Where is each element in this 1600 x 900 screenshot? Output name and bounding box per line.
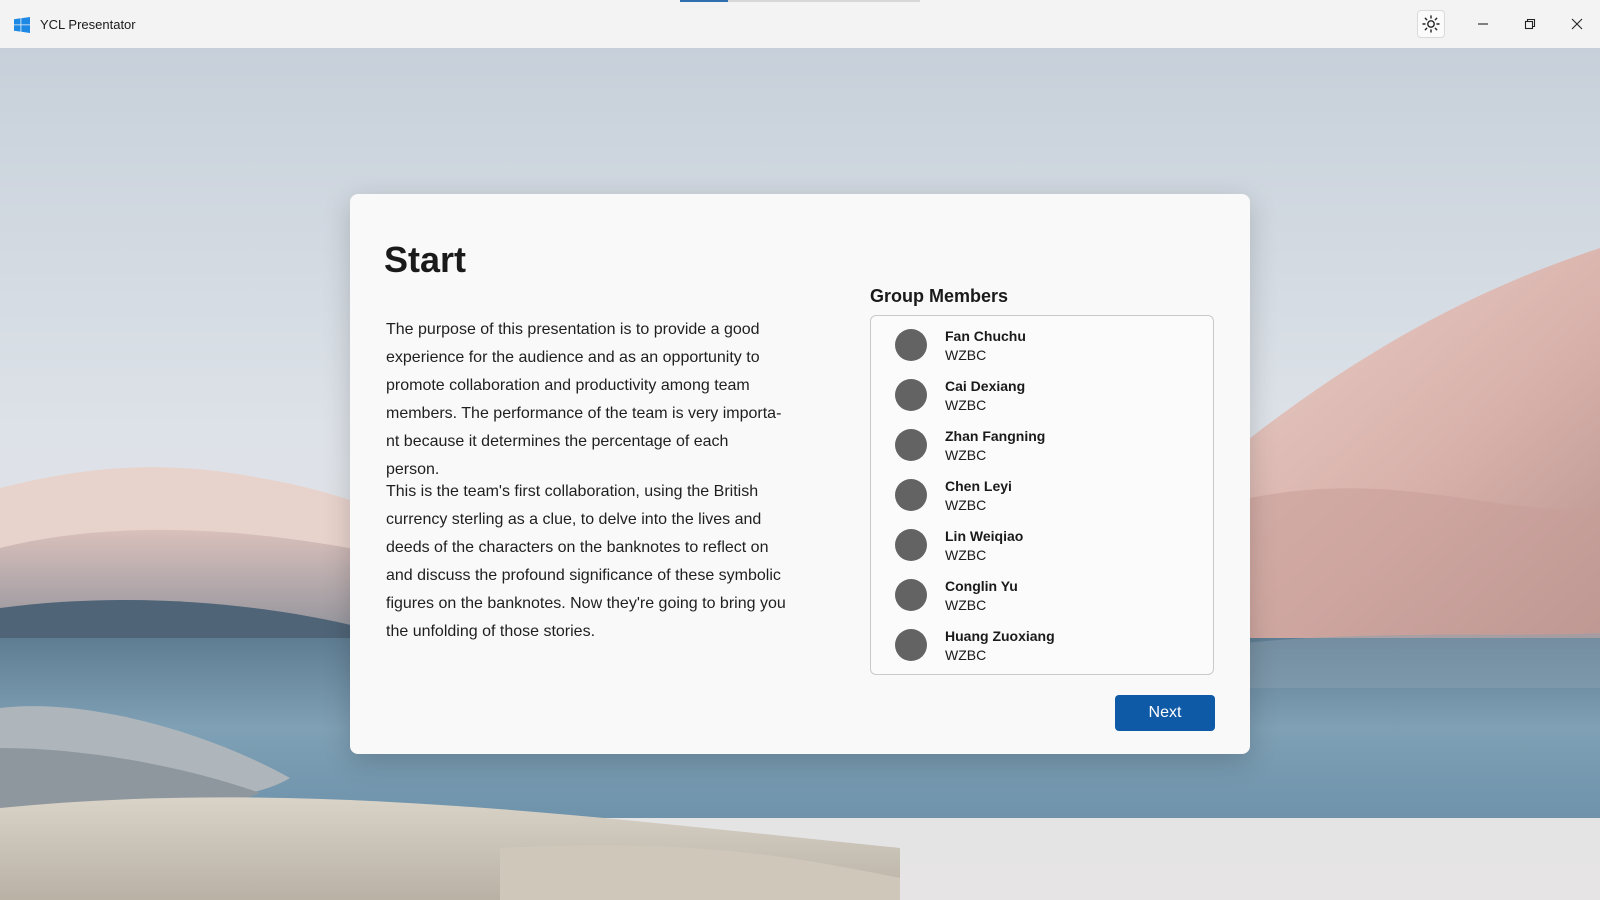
member-name: Cai Dexiang [945, 378, 1026, 394]
group-members-list: Fan Chuchu WZBC Cai Dexiang WZBC Zhan Fa… [870, 315, 1214, 675]
list-item[interactable]: Cai Dexiang WZBC [871, 366, 1213, 416]
app-window: YCL Presentator Start The purpose of thi… [0, 0, 1600, 900]
avatar [895, 579, 927, 611]
member-name: Conglin Yu [945, 578, 1018, 594]
title-bar: YCL Presentator [0, 0, 1600, 48]
member-name: Lin Weiqiao [945, 528, 1024, 544]
avatar [895, 429, 927, 461]
member-name: Chen Leyi [945, 478, 1012, 494]
avatar [895, 629, 927, 661]
close-button[interactable] [1554, 0, 1600, 48]
member-name: Zhan Fangning [945, 428, 1046, 444]
avatar [895, 379, 927, 411]
slide-progress-bar [680, 0, 920, 2]
slide-progress-fill [680, 0, 728, 2]
maximize-button[interactable] [1507, 0, 1553, 48]
list-item[interactable]: Huang Zuoxiang WZBC [871, 616, 1213, 666]
description-paragraph: This is the team's first collaboration, … [386, 483, 786, 640]
member-name: Huang Zuoxiang [945, 628, 1055, 644]
member-org: WZBC [945, 647, 987, 663]
intro-paragraph: The purpose of this presentation is to p… [386, 321, 782, 478]
group-members-title: Group Members [870, 286, 1009, 306]
close-icon [1571, 18, 1583, 30]
list-item[interactable]: Chen Leyi WZBC [871, 466, 1213, 516]
list-item[interactable]: Lin Weiqiao WZBC [871, 516, 1213, 566]
list-item[interactable]: Zhan Fangning WZBC [871, 416, 1213, 466]
next-button[interactable]: Next [1115, 695, 1215, 731]
list-item[interactable]: Fan Chuchu WZBC [871, 316, 1213, 366]
list-item[interactable]: Conglin Yu WZBC [871, 566, 1213, 616]
theme-toggle-button[interactable] [1417, 10, 1445, 38]
minimize-button[interactable] [1460, 0, 1506, 48]
member-org: WZBC [945, 497, 987, 513]
member-org: WZBC [945, 347, 987, 363]
member-org: WZBC [945, 547, 987, 563]
windows-logo-icon [14, 17, 30, 33]
avatar [895, 479, 927, 511]
start-card: Start The purpose of this presentation i… [350, 194, 1250, 754]
avatar [895, 329, 927, 361]
avatar [895, 529, 927, 561]
minimize-icon [1478, 23, 1488, 25]
member-org: WZBC [945, 397, 987, 413]
member-org: WZBC [945, 597, 987, 613]
app-title: YCL Presentator [40, 17, 136, 32]
member-org: WZBC [945, 447, 987, 463]
page-title: Start [384, 239, 467, 280]
member-name: Fan Chuchu [945, 328, 1026, 344]
restore-icon [1524, 18, 1536, 30]
sun-icon [1422, 15, 1440, 33]
